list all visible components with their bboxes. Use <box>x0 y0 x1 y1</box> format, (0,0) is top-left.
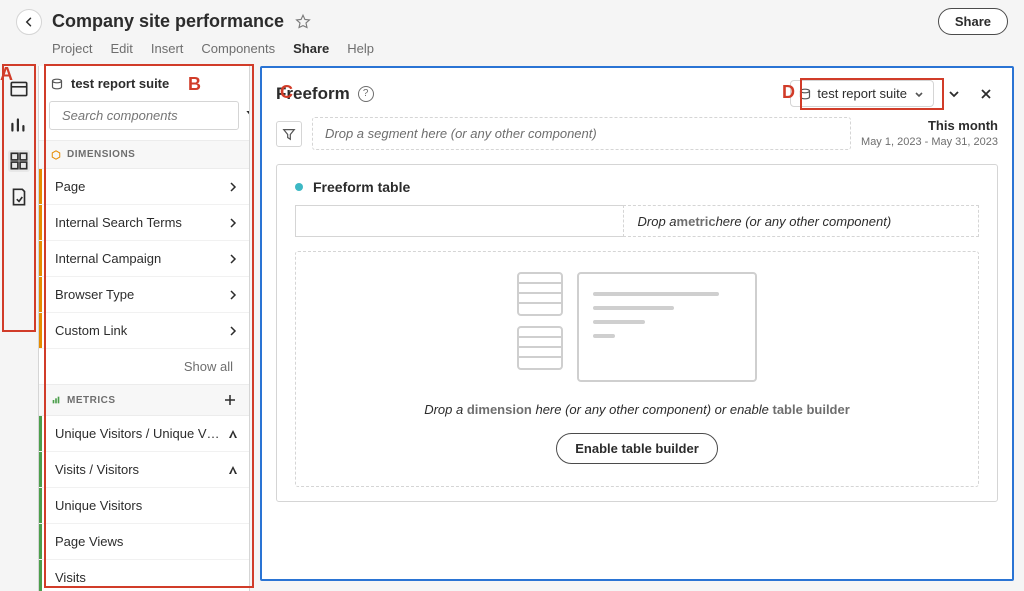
date-range[interactable]: This month May 1, 2023 - May 31, 2023 <box>861 117 998 149</box>
section-metrics-header[interactable]: METRICS <box>39 384 249 416</box>
date-range-value: May 1, 2023 - May 31, 2023 <box>861 135 998 150</box>
section-dimensions-label: DIMENSIONS <box>67 149 135 160</box>
section-metrics-label: METRICS <box>67 395 116 406</box>
dimension-dropzone[interactable]: Drop a dimension here (or any other comp… <box>295 251 979 487</box>
left-rail: A <box>0 66 38 591</box>
metric-dropzone[interactable]: Drop a metric here (or any other compone… <box>623 205 980 237</box>
segment-dropzone[interactable]: Drop a segment here (or any other compon… <box>312 117 851 150</box>
chevron-right-icon <box>227 289 239 301</box>
date-range-label: This month <box>861 117 998 135</box>
metrics-icon <box>51 395 61 405</box>
adobe-icon <box>227 464 239 476</box>
menu-project[interactable]: Project <box>52 41 92 56</box>
viz-color-dot <box>295 183 303 191</box>
metric-item[interactable]: Unique Visitors / Unique V… <box>39 416 249 452</box>
close-panel-button[interactable] <box>974 82 998 106</box>
report-suite-picker-label: test report suite <box>817 86 907 101</box>
chevron-right-icon <box>227 253 239 265</box>
segment-filter-button[interactable] <box>276 121 302 147</box>
report-suite-name: test report suite <box>71 76 169 91</box>
adobe-icon <box>227 428 239 440</box>
menu-share[interactable]: Share <box>293 41 329 56</box>
chevron-right-icon <box>227 325 239 337</box>
dimension-item[interactable]: Custom Link <box>39 313 249 349</box>
search-input[interactable] <box>62 102 240 129</box>
viz-title[interactable]: Freeform table <box>313 179 410 195</box>
panel-title: Freeform <box>276 84 350 104</box>
freeform-header-cell[interactable] <box>295 205 623 237</box>
component-search <box>49 101 239 130</box>
section-dimensions-header[interactable]: DIMENSIONS <box>39 140 249 169</box>
rail-visualizations-icon[interactable] <box>8 114 30 136</box>
dimension-item[interactable]: Browser Type <box>39 277 249 313</box>
dimensions-show-all[interactable]: Show all <box>39 349 249 384</box>
favorite-star-icon[interactable] <box>294 13 312 31</box>
menu-help[interactable]: Help <box>347 41 374 56</box>
database-icon <box>799 88 811 100</box>
funnel-icon <box>282 127 296 141</box>
help-icon[interactable]: ? <box>358 86 374 102</box>
add-metric-icon[interactable] <box>223 393 237 407</box>
freeform-panel[interactable]: Freeform ? test report suite Drop a segm… <box>260 66 1014 581</box>
share-button[interactable]: Share <box>938 8 1008 35</box>
metric-item[interactable]: Visits <box>39 560 249 591</box>
menu-components[interactable]: Components <box>201 41 275 56</box>
workspace-canvas: Freeform ? test report suite Drop a segm… <box>250 66 1024 591</box>
metric-item[interactable]: Visits / Visitors <box>39 452 249 488</box>
chevron-right-icon <box>227 217 239 229</box>
freeform-table-visualization: Freeform table Drop a metric here (or an… <box>276 164 998 502</box>
rail-panels-icon[interactable] <box>8 78 30 100</box>
enable-table-builder-button[interactable]: Enable table builder <box>556 433 718 464</box>
page-title: Company site performance <box>52 11 284 32</box>
menu-edit[interactable]: Edit <box>110 41 132 56</box>
dimension-item[interactable]: Internal Campaign <box>39 241 249 277</box>
components-panel: test report suite DIMENSIONS Page Intern… <box>38 66 250 591</box>
back-button[interactable] <box>16 9 42 35</box>
chevron-left-icon <box>23 16 35 28</box>
dimension-item[interactable]: Page <box>39 169 249 205</box>
chevron-down-icon <box>913 88 925 100</box>
rail-components-icon[interactable] <box>8 150 30 172</box>
dimensions-icon <box>51 150 61 160</box>
menu-bar: Project Edit Insert Components Share Hel… <box>0 35 1024 66</box>
rail-data-dictionary-icon[interactable] <box>8 186 30 208</box>
report-suite-row: test report suite <box>39 66 249 101</box>
collapse-panel-button[interactable] <box>942 82 966 106</box>
database-icon <box>51 78 63 90</box>
report-suite-picker[interactable]: test report suite <box>790 80 934 107</box>
metric-item[interactable]: Page Views <box>39 524 249 560</box>
metric-item[interactable]: Unique Visitors <box>39 488 249 524</box>
dropzone-illustration <box>306 272 968 382</box>
menu-insert[interactable]: Insert <box>151 41 184 56</box>
dimension-item[interactable]: Internal Search Terms <box>39 205 249 241</box>
chevron-right-icon <box>227 181 239 193</box>
dimension-drop-hint: Drop a dimension here (or any other comp… <box>306 402 968 417</box>
